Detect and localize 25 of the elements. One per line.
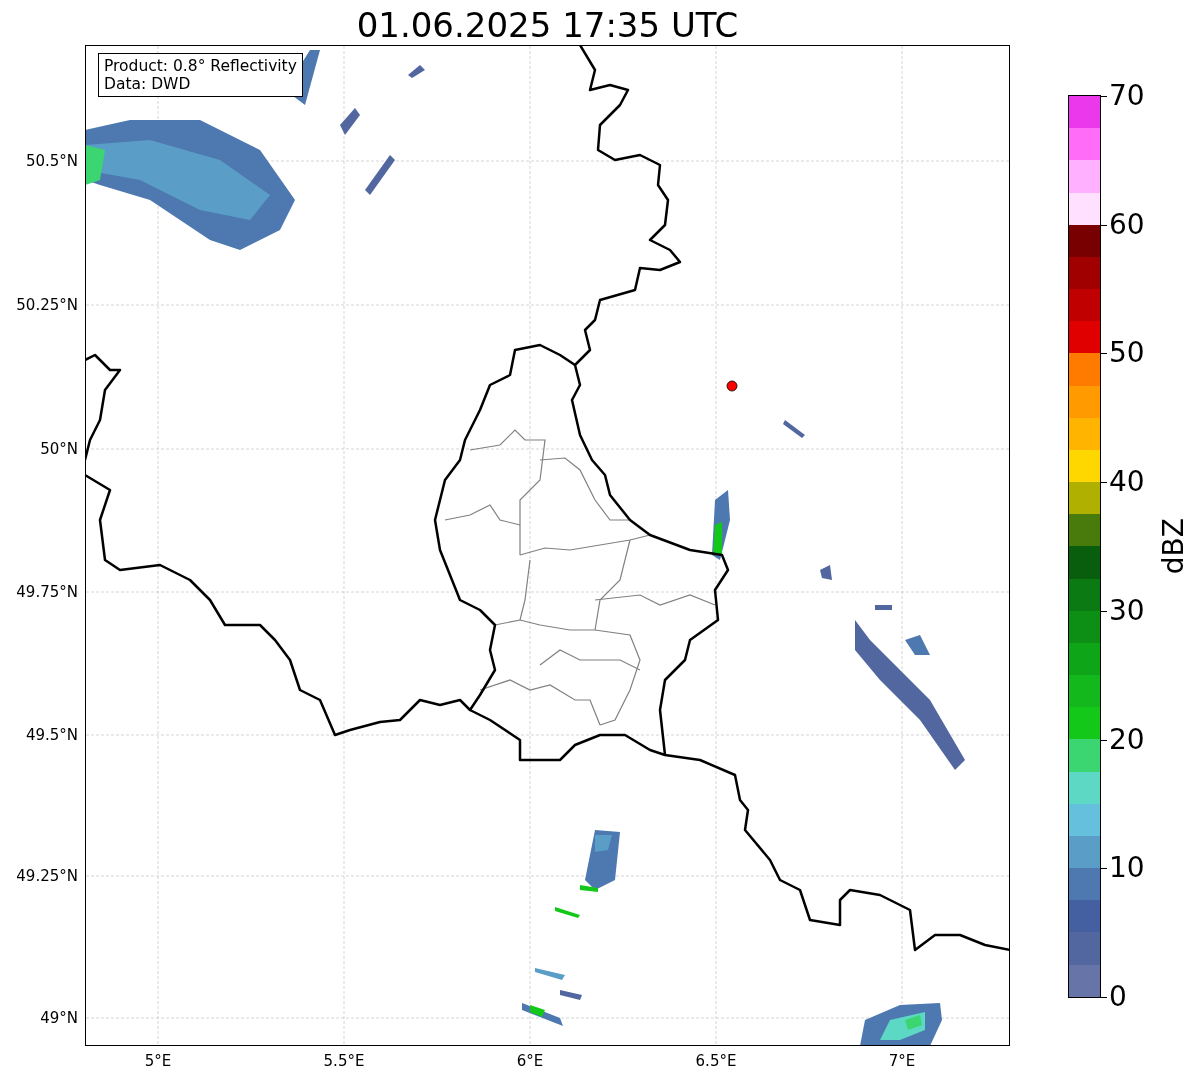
info-text: Product: 0.8° Reflectivity: [104, 57, 297, 75]
longitude-label: 7°E: [888, 1052, 916, 1070]
longitude-label: 5.5°E: [323, 1052, 365, 1070]
latitude-label: 50°N: [40, 440, 78, 458]
scale-label: 70: [1109, 81, 1145, 111]
radar-site-icon: [726, 380, 738, 392]
longitude-label: 6°E: [516, 1052, 544, 1070]
latitude-label: 50.25°N: [16, 296, 78, 314]
scale-label: 40: [1109, 467, 1145, 498]
latitude-label: 49.5°N: [25, 726, 78, 744]
scale-label: 50: [1109, 338, 1145, 369]
scale-label: 30: [1109, 595, 1145, 626]
axis-label: dBZ: [1157, 518, 1190, 575]
longitude-label: 6.5°E: [695, 1052, 737, 1070]
longitude-label: 5°E: [144, 1052, 172, 1070]
info-text: Data: DWD: [104, 75, 192, 93]
latitude-label: 50.5°N: [25, 152, 78, 170]
latitude-label: 49.75°N: [16, 583, 78, 601]
chart-title: 01.06.2025 17:35 UTC: [356, 5, 739, 45]
scale-label: 60: [1109, 209, 1145, 240]
latitude-label: 49.25°N: [16, 867, 78, 885]
scale-label: 20: [1109, 724, 1145, 755]
latitude-label: 49°N: [40, 1009, 78, 1027]
scale-label: 0: [1109, 982, 1127, 1012]
scale-label: 10: [1109, 853, 1145, 884]
